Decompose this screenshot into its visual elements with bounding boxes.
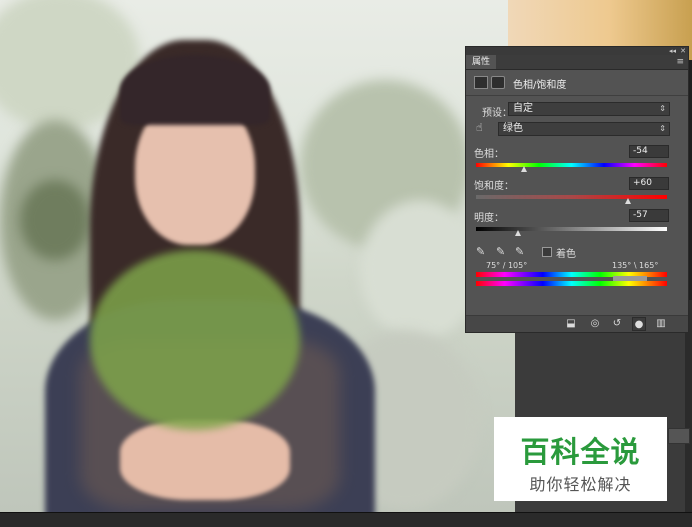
reset-icon[interactable]: ↺ xyxy=(610,317,624,331)
preset-select[interactable]: 自定 ⇕ xyxy=(508,102,670,116)
channel-select[interactable]: 绿色 ⇕ xyxy=(498,122,670,136)
select-arrow-icon: ⇕ xyxy=(659,124,666,133)
colorize-checkbox[interactable] xyxy=(542,247,552,257)
watermark-title: 百科全说 xyxy=(520,435,641,469)
properties-panel: ◂◂ ✕ 属性 ≡ 色相/饱和度 预设： 自定 ⇕ ☝ 绿色 ⇕ 色相： -54… xyxy=(465,46,689,333)
eyedropper-plus-icon[interactable]: ✎ xyxy=(496,245,505,258)
saturation-input[interactable]: +60 xyxy=(629,177,669,190)
hue-slider[interactable] xyxy=(476,163,667,167)
collapse-icon[interactable]: ◂◂ xyxy=(669,47,676,55)
divider xyxy=(466,95,688,96)
saturation-label: 饱和度： xyxy=(474,181,514,192)
saturation-slider[interactable] xyxy=(476,195,667,199)
lightness-slider-thumb[interactable] xyxy=(515,230,521,236)
status-bar xyxy=(0,512,692,527)
panel-menu-icon[interactable]: ≡ xyxy=(676,55,684,69)
lightness-input[interactable]: -57 xyxy=(629,209,669,222)
hue-slider-thumb[interactable] xyxy=(521,166,527,172)
clip-to-layer-icon[interactable]: ⬓ xyxy=(564,317,578,331)
panel-bottom-bar: ⬓ ◎ ↺ ● ▥ xyxy=(466,315,688,332)
watermark-logo: 百科全说 助你轻松解决 xyxy=(494,417,667,501)
saturation-slider-thumb[interactable] xyxy=(625,198,631,204)
select-arrow-icon: ⇕ xyxy=(659,104,666,113)
mask-icon[interactable] xyxy=(491,76,505,89)
adjustment-title: 色相/饱和度 xyxy=(513,80,567,91)
colorize-label: 着色 xyxy=(556,249,576,260)
eyedropper-icon[interactable]: ✎ xyxy=(476,245,485,258)
range-left-text: 75° / 105° xyxy=(486,261,528,270)
watermark-subtitle: 助你轻松解决 xyxy=(529,475,632,494)
preset-value: 自定 xyxy=(513,103,533,114)
lightness-slider[interactable] xyxy=(476,227,667,231)
eyedropper-minus-icon[interactable]: ✎ xyxy=(515,245,524,258)
lightness-label: 明度： xyxy=(474,213,504,224)
folder-icon[interactable] xyxy=(668,428,690,444)
eye-icon[interactable]: ● xyxy=(632,317,646,331)
adjustment-layer-icon[interactable] xyxy=(474,76,488,89)
panel-titlebar: ◂◂ ✕ xyxy=(466,47,688,55)
hand-tool-icon[interactable]: ☝ xyxy=(476,121,489,134)
close-icon[interactable]: ✕ xyxy=(680,47,686,55)
photo-canvas xyxy=(0,0,515,512)
visibility-eye-icon[interactable]: ◎ xyxy=(588,317,602,331)
channel-value: 绿色 xyxy=(503,123,523,134)
result-color-bar xyxy=(476,281,667,286)
hue-label: 色相： xyxy=(474,149,504,160)
hue-input[interactable]: -54 xyxy=(629,145,669,158)
tab-properties[interactable]: 属性 xyxy=(466,55,497,69)
range-right-text: 135° \ 165° xyxy=(612,261,659,270)
panel-tabbar: 属性 ≡ xyxy=(466,55,688,70)
trash-icon[interactable]: ▥ xyxy=(654,317,668,331)
adjustment-header: 色相/饱和度 xyxy=(474,75,682,91)
range-selector[interactable] xyxy=(613,276,647,281)
